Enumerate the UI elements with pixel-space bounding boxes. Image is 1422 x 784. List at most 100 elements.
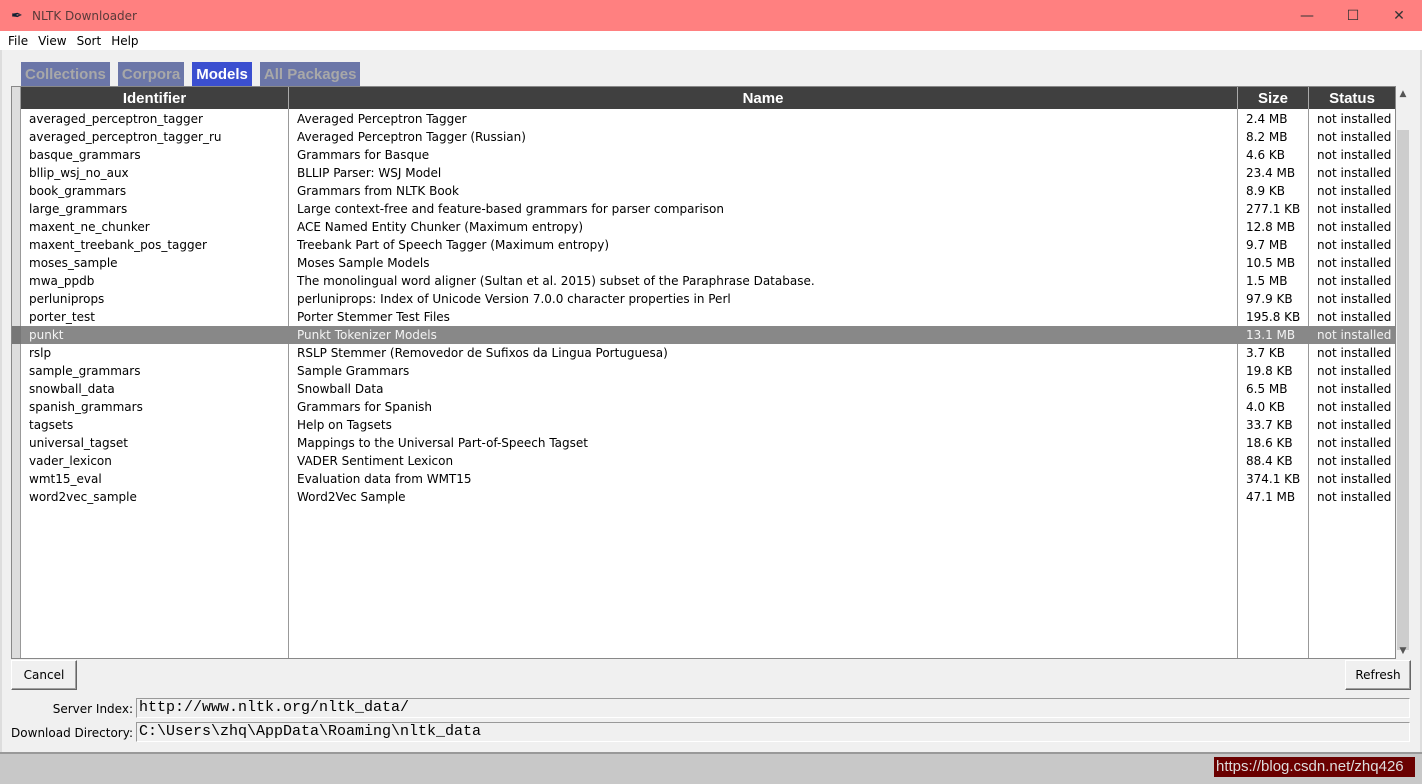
table-row[interactable]: maxent_treebank_pos_tagger Treebank Part …: [12, 236, 1395, 254]
cell-status: not installed: [1317, 382, 1392, 396]
menu-help[interactable]: Help: [111, 34, 138, 48]
cell-status: not installed: [1317, 238, 1392, 252]
cell-name: Treebank Part of Speech Tagger (Maximum …: [297, 238, 610, 252]
table-row[interactable]: punkt Punkt Tokenizer Models 13.1 MB not in…: [12, 326, 1395, 344]
tab-collections[interactable]: Collections: [21, 62, 110, 86]
cell-name: ACE Named Entity Chunker (Maximum entrop…: [297, 220, 584, 234]
table-row[interactable]: large_grammars Large context-free and fea…: [12, 200, 1395, 218]
cell-size: 88.4 KB: [1246, 454, 1293, 468]
cell-name: Punkt Tokenizer Models: [297, 328, 437, 342]
scroll-down-icon[interactable]: ▼: [1396, 643, 1410, 659]
cell-status: not installed: [1317, 400, 1392, 414]
table-row[interactable]: porter_test Porter Stemmer Test Files 195.…: [12, 308, 1395, 326]
cell-name: Evaluation data from WMT15: [297, 472, 472, 486]
row-gutter-cell: [12, 416, 21, 434]
table-row[interactable]: vader_lexicon VADER Sentiment Lexicon 88.4…: [12, 452, 1395, 470]
cell-status: not installed: [1317, 454, 1392, 468]
cell-size: 12.8 MB: [1246, 220, 1296, 234]
row-gutter-cell: [12, 164, 21, 182]
vertical-scrollbar[interactable]: ▲ ▼: [1396, 86, 1410, 659]
cell-identifier: snowball_data: [29, 382, 115, 396]
cell-identifier: book_grammars: [29, 184, 127, 198]
table-row[interactable]: mwa_ppdb The monolingual word aligner (Su…: [12, 272, 1395, 290]
cell-identifier: porter_test: [29, 310, 95, 324]
table-row[interactable]: rslp RSLP Stemmer (Removedor de Sufixos d…: [12, 344, 1395, 362]
tab-all-packages[interactable]: All Packages: [259, 62, 361, 86]
cell-status: not installed: [1317, 364, 1392, 378]
cell-size: 19.8 KB: [1246, 364, 1293, 378]
table-row[interactable]: spanish_grammars Grammars for Spanish 4.0 …: [12, 398, 1395, 416]
table-row[interactable]: book_grammars Grammars from NLTK Book 8.9 …: [12, 182, 1395, 200]
tab-models[interactable]: Models: [192, 62, 252, 86]
table-body: averaged_perceptron_tagger Averaged Perce…: [12, 110, 1395, 506]
cell-name: Grammars from NLTK Book: [297, 184, 459, 198]
table-row[interactable]: snowball_data Snowball Data 6.5 MB not inst…: [12, 380, 1395, 398]
row-gutter-cell: [12, 398, 21, 416]
row-gutter-cell: [12, 470, 21, 488]
table-row[interactable]: averaged_perceptron_tagger_ru Averaged Pe…: [12, 128, 1395, 146]
table-row[interactable]: basque_grammars Grammars for Basque 4.6 KB…: [12, 146, 1395, 164]
cell-size: 23.4 MB: [1246, 166, 1296, 180]
row-gutter-cell: [12, 146, 21, 164]
window-title: NLTK Downloader: [32, 8, 137, 23]
scroll-up-icon[interactable]: ▲: [1396, 86, 1410, 102]
row-gutter-cell: [12, 452, 21, 470]
cell-size: 9.7 MB: [1246, 238, 1288, 252]
cell-status: not installed: [1317, 328, 1392, 342]
scrollbar-thumb[interactable]: [1397, 130, 1409, 650]
menu-view[interactable]: View: [38, 34, 66, 48]
cell-size: 1.5 MB: [1246, 274, 1288, 288]
table-row[interactable]: perluniprops perluniprops: Index of Unico…: [12, 290, 1395, 308]
menu-file[interactable]: File: [8, 34, 28, 48]
cell-status: not installed: [1317, 202, 1392, 216]
refresh-button[interactable]: Refresh: [1345, 660, 1411, 690]
cell-status: not installed: [1317, 274, 1392, 288]
cell-name: Snowball Data: [297, 382, 384, 396]
cell-name: Averaged Perceptron Tagger: [297, 112, 467, 126]
cell-name: BLLIP Parser: WSJ Model: [297, 166, 442, 180]
close-button[interactable]: ✕: [1376, 0, 1422, 31]
maximize-button[interactable]: ☐: [1330, 0, 1376, 31]
title-bar: ✒ NLTK Downloader — ☐ ✕: [0, 0, 1422, 31]
row-gutter-cell: [12, 200, 21, 218]
cell-status: not installed: [1317, 256, 1392, 270]
cell-identifier: word2vec_sample: [29, 490, 137, 504]
table-row[interactable]: averaged_perceptron_tagger Averaged Perce…: [12, 110, 1395, 128]
watermark: https://blog.csdn.net/zhq426: [1214, 757, 1415, 777]
table-row[interactable]: moses_sample Moses Sample Models 10.5 MB no…: [12, 254, 1395, 272]
row-gutter-cell: [12, 182, 21, 200]
cell-size: 8.2 MB: [1246, 130, 1288, 144]
download-directory-input[interactable]: C:\Users\zhq\AppData\Roaming\nltk_data: [136, 722, 1410, 742]
table-row[interactable]: wmt15_eval Evaluation data from WMT15 374.…: [12, 470, 1395, 488]
row-gutter-cell: [12, 254, 21, 272]
cell-name: Grammars for Spanish: [297, 400, 433, 414]
cell-size: 13.1 MB: [1246, 328, 1296, 342]
cell-status: not installed: [1317, 220, 1392, 234]
column-header-name[interactable]: Name: [289, 87, 1238, 109]
table-row[interactable]: sample_grammars Sample Grammars 19.8 KB not…: [12, 362, 1395, 380]
column-header-status[interactable]: Status: [1309, 87, 1395, 109]
column-header-size[interactable]: Size: [1238, 87, 1309, 109]
cell-name: Help on Tagsets: [297, 418, 392, 432]
cell-identifier: moses_sample: [29, 256, 118, 270]
cell-size: 47.1 MB: [1246, 490, 1296, 504]
cell-identifier: wmt15_eval: [29, 472, 102, 486]
tab-corpora[interactable]: Corpora: [117, 62, 185, 86]
cell-name: Grammars for Basque: [297, 148, 430, 162]
table-row[interactable]: universal_tagset Mappings to the Universa…: [12, 434, 1395, 452]
server-index-input[interactable]: http://www.nltk.org/nltk_data/: [136, 698, 1410, 718]
cell-status: not installed: [1317, 130, 1392, 144]
table-row[interactable]: word2vec_sample Word2Vec Sample 47.1 MB not…: [12, 488, 1395, 506]
minimize-button[interactable]: —: [1284, 0, 1330, 31]
menu-sort[interactable]: Sort: [77, 34, 102, 48]
table-row[interactable]: maxent_ne_chunker ACE Named Entity Chunke…: [12, 218, 1395, 236]
cancel-button[interactable]: Cancel: [11, 660, 77, 690]
column-header-identifier[interactable]: Identifier: [21, 87, 289, 109]
table-header: Identifier Name Size Status: [21, 87, 1395, 109]
row-gutter-cell: [12, 488, 21, 506]
cell-status: not installed: [1317, 310, 1392, 324]
table-row[interactable]: tagsets Help on Tagsets 33.7 KB not install…: [12, 416, 1395, 434]
table-row[interactable]: bllip_wsj_no_aux BLLIP Parser: WSJ Model 2…: [12, 164, 1395, 182]
row-gutter-cell: [12, 236, 21, 254]
cell-status: not installed: [1317, 292, 1392, 306]
